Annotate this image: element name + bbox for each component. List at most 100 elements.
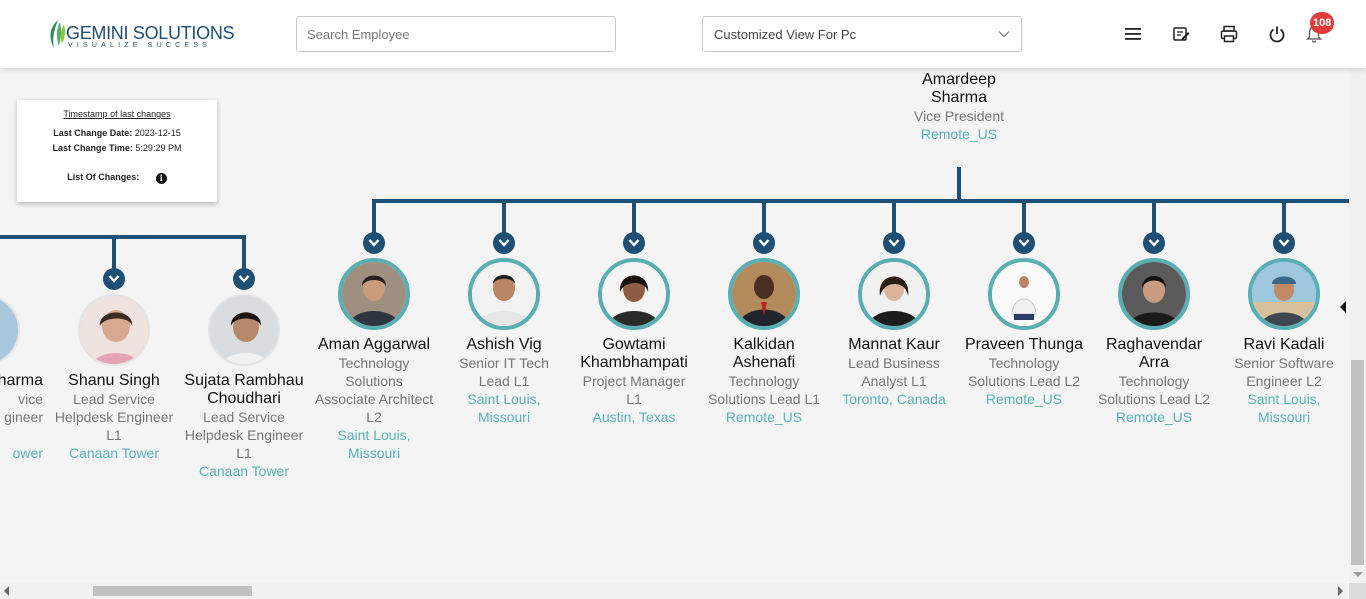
employee-name[interactable]: harma — [0, 372, 44, 390]
person-photo — [472, 262, 536, 326]
employee-title: Senior IT Tech — [459, 355, 549, 371]
person-photo — [342, 262, 406, 326]
view-select-dropdown[interactable]: Customized View For Pc — [702, 16, 1022, 52]
expand-chevron-button[interactable] — [1273, 232, 1295, 254]
employee-name-line2[interactable]: Choudhari — [179, 390, 309, 408]
employee-name-line1[interactable]: Gowtami — [569, 336, 699, 354]
employee-avatar[interactable] — [338, 258, 410, 330]
employee-location[interactable]: Remote_US — [699, 408, 829, 426]
company-logo[interactable]: GEMINI SOLUTIONS VISUALIZE SUCCESS — [46, 16, 235, 52]
employee-name[interactable]: Ashish Vig — [439, 336, 569, 354]
employee-title: Lead L1 — [478, 373, 530, 389]
horizontal-scrollbar[interactable] — [0, 583, 1349, 599]
scroll-left-arrow-icon[interactable] — [1340, 301, 1346, 313]
power-icon[interactable] — [1267, 24, 1287, 44]
employee-avatar[interactable] — [1248, 258, 1320, 330]
search-employee-input[interactable] — [296, 16, 616, 52]
employee-title: Lead Service — [203, 409, 285, 425]
scroll-down-arrow-icon[interactable] — [1353, 572, 1363, 577]
employee-location[interactable]: Remote_US — [1089, 408, 1219, 426]
info-icon[interactable]: i — [155, 173, 167, 184]
employee-name-line2[interactable]: Khambhampati — [569, 354, 699, 372]
employee-avatar[interactable] — [208, 294, 280, 366]
expand-chevron-button[interactable] — [1013, 232, 1035, 254]
employee-name-line2[interactable]: Arra — [1089, 354, 1219, 372]
employee-avatar[interactable] — [728, 258, 800, 330]
manager-name-line1[interactable]: Amardeep — [894, 71, 1024, 89]
employee-name-line1[interactable]: Sujata Rambhau — [179, 372, 309, 390]
employee-card: harma vice gineer ower — [0, 372, 44, 462]
expand-chevron-button[interactable] — [1143, 232, 1165, 254]
employee-name[interactable]: Praveen Thunga — [959, 336, 1089, 354]
employee-title: Technology — [1118, 373, 1190, 389]
employee-avatar[interactable] — [988, 258, 1060, 330]
employee-name-line2[interactable]: Ashenafi — [699, 354, 829, 372]
employee-location[interactable]: Missouri — [309, 444, 439, 462]
employee-name[interactable]: Aman Aggarwal — [309, 336, 439, 354]
menu-icon[interactable] — [1123, 24, 1143, 44]
view-select-value: Customized View For Pc — [714, 27, 857, 42]
connector-drop — [1282, 199, 1286, 235]
list-of-changes-row: List Of Changes: i — [17, 172, 217, 184]
expand-chevron-button[interactable] — [753, 232, 775, 254]
chevron-down-icon — [998, 31, 1010, 38]
employee-title: Technology — [988, 355, 1060, 371]
employee-name[interactable]: Shanu Singh — [49, 372, 179, 390]
employee-location[interactable]: Austin, Texas — [569, 408, 699, 426]
expand-chevron-button[interactable] — [233, 268, 255, 290]
vertical-scroll-thumb[interactable] — [1351, 360, 1364, 565]
employee-location[interactable]: Saint Louis, — [439, 390, 569, 408]
employee-card: Praveen Thunga Technology Solutions Lead… — [959, 336, 1089, 408]
employee-avatar[interactable] — [858, 258, 930, 330]
employee-location[interactable]: Missouri — [1219, 408, 1349, 426]
employee-location[interactable]: ower — [0, 444, 44, 462]
employee-location[interactable]: Canaan Tower — [49, 444, 179, 462]
employee-name-line1[interactable]: Kalkidan — [699, 336, 829, 354]
employee-title: Helpdesk Engineer — [54, 409, 174, 425]
top-navbar: GEMINI SOLUTIONS VISUALIZE SUCCESS Custo… — [0, 0, 1366, 68]
manager-location[interactable]: Remote_US — [894, 125, 1024, 143]
expand-chevron-button[interactable] — [883, 232, 905, 254]
employee-avatar[interactable] — [1118, 258, 1190, 330]
employee-name[interactable]: Ravi Kadali — [1219, 336, 1349, 354]
person-photo — [602, 262, 666, 326]
employee-name[interactable]: Mannat Kaur — [829, 336, 959, 354]
expand-chevron-button[interactable] — [103, 268, 125, 290]
last-change-time-value: 5:29:29 PM — [135, 143, 182, 153]
employee-card: Shanu Singh Lead Service Helpdesk Engine… — [49, 372, 179, 462]
employee-avatar[interactable] — [468, 258, 540, 330]
last-change-date-row: Last Change Date: 2023-12-15 — [17, 128, 217, 138]
employee-location[interactable]: Missouri — [439, 408, 569, 426]
expand-chevron-button[interactable] — [363, 232, 385, 254]
expand-chevron-button[interactable] — [623, 232, 645, 254]
employee-location[interactable]: Saint Louis, — [309, 426, 439, 444]
scroll-left-arrow-icon[interactable] — [4, 586, 9, 596]
scroll-right-arrow-icon[interactable] — [1338, 586, 1343, 596]
employee-card: Sujata Rambhau Choudhari Lead Service He… — [179, 372, 309, 480]
employee-location[interactable]: Remote_US — [959, 390, 1089, 408]
scrollbar-corner — [1349, 583, 1366, 599]
connector-drop — [762, 199, 766, 235]
employee-title: Technology — [728, 373, 800, 389]
employee-card: Kalkidan Ashenafi Technology Solutions L… — [699, 336, 829, 426]
employee-avatar[interactable] — [78, 294, 150, 366]
horizontal-scroll-thumb[interactable] — [93, 586, 252, 596]
employee-avatar[interactable] — [598, 258, 670, 330]
print-icon[interactable] — [1219, 24, 1239, 44]
manager-name-line2[interactable]: Sharma — [894, 89, 1024, 107]
employee-name-line1[interactable]: Raghavendar — [1089, 336, 1219, 354]
employee-card: Gowtami Khambhampati Project Manager L1 … — [569, 336, 699, 426]
employee-title: Associate Architect — [314, 391, 434, 407]
expand-chevron-button[interactable] — [493, 232, 515, 254]
vertical-scrollbar[interactable] — [1349, 0, 1366, 583]
employee-title: Technology — [338, 355, 410, 371]
employee-location[interactable]: Saint Louis, — [1219, 390, 1349, 408]
employee-location[interactable]: Toronto, Canada — [829, 390, 959, 408]
chevron-down-icon — [498, 239, 510, 247]
employee-location[interactable]: Canaan Tower — [179, 462, 309, 480]
edit-note-icon[interactable] — [1171, 24, 1191, 44]
notification-badge[interactable]: 108 — [1310, 12, 1335, 34]
connector-drop — [892, 199, 896, 235]
employee-title: L1 — [106, 427, 122, 443]
employee-avatar[interactable] — [0, 294, 20, 366]
